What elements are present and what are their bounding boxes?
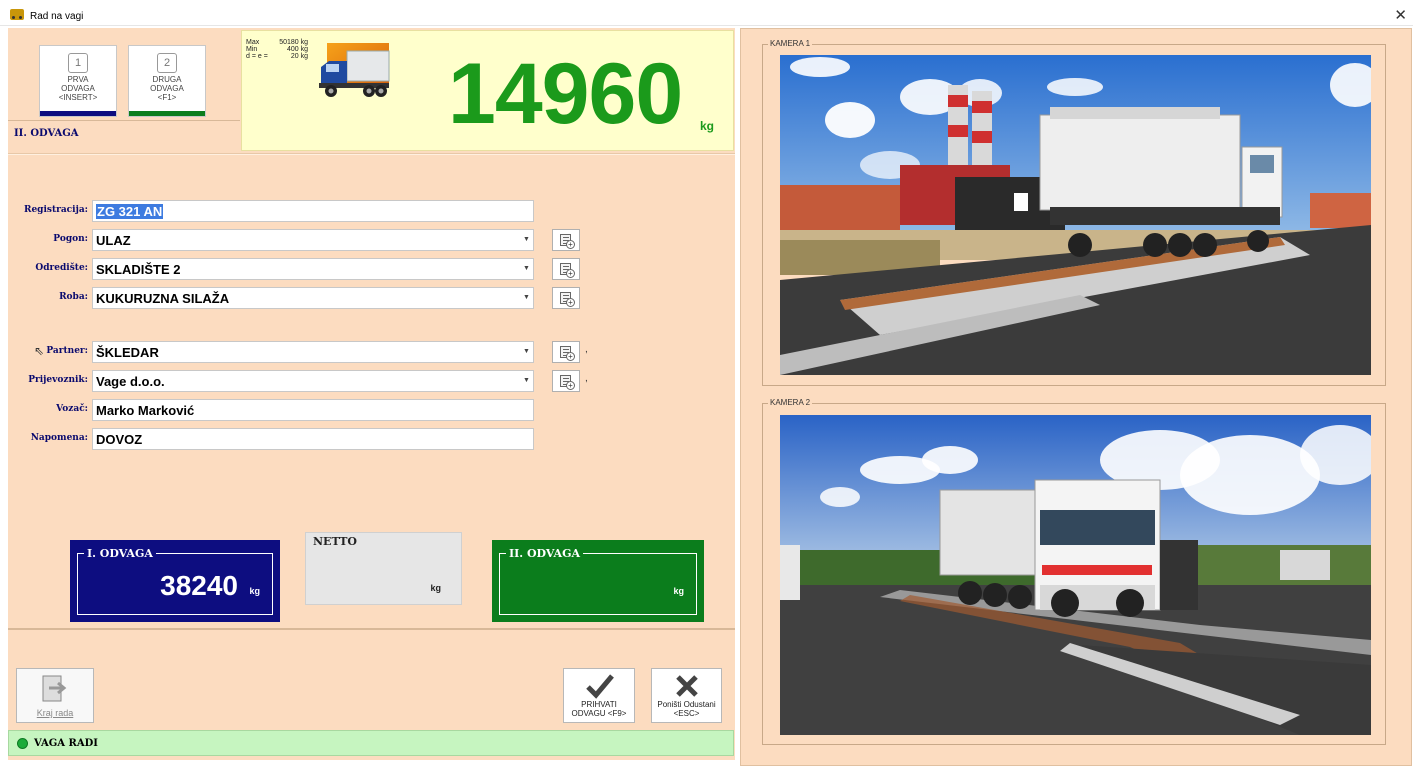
scale-limits: Max 50180 kg Min 400 kg d = e = 20 kg [246, 39, 308, 60]
carrier-list-button[interactable]: + [552, 370, 580, 392]
chevron-down-icon[interactable]: ▼ [522, 263, 531, 275]
driver-label: Vozač: [56, 404, 88, 414]
second-weighing-label: DRUGA ODVAGA <F1> [150, 75, 184, 102]
registration-label: Registracija: [23, 205, 88, 215]
destination-value: SKLADIŠTE 2 [96, 262, 181, 277]
destination-select[interactable]: SKLADIŠTE 2 ▼ [92, 258, 534, 280]
status-bar: VAGA RADI [8, 730, 734, 756]
partner-list-button[interactable]: + [552, 341, 580, 363]
carrier-marker: , [585, 373, 588, 384]
carrier-value: Vage d.o.o. [96, 374, 165, 389]
weight-display: Max 50180 kg Min 400 kg d = e = 20 kg 14960… [241, 30, 734, 151]
truck-app-icon [10, 9, 24, 20]
camera-2-group: KAMERA 2 [762, 398, 1386, 745]
plant-select[interactable]: ULAZ ▼ [92, 229, 534, 251]
window-title: Rad na vagi [30, 11, 84, 22]
plus-icon: + [566, 269, 575, 278]
first-weighing-label: PRVA ODVAGA <INSERT> [58, 75, 98, 102]
goods-list-button[interactable]: + [552, 287, 580, 309]
divider [8, 120, 240, 121]
weight-unit: kg [700, 119, 715, 133]
chevron-down-icon[interactable]: ▼ [522, 234, 531, 246]
current-step-label: II. ODVAGA [14, 128, 79, 139]
accept-weighing-button[interactable]: PRIHVATI ODVAGU <F9> [563, 668, 635, 723]
division-value: 20 kg [290, 53, 308, 60]
note-value: DOVOZ [96, 432, 143, 447]
chevron-down-icon[interactable]: ▼ [522, 292, 531, 304]
plus-icon: + [566, 298, 575, 307]
camera-1-feed [780, 55, 1371, 375]
plus-icon: + [566, 240, 575, 249]
registration-input[interactable]: ZG 321 AN [92, 200, 534, 222]
divider [8, 628, 735, 630]
driver-input[interactable]: Marko Marković [92, 399, 534, 421]
max-value: 50180 kg [279, 39, 308, 46]
plus-icon: + [566, 381, 575, 390]
note-label: Napomena: [30, 433, 88, 443]
exit-button[interactable]: Kraj rada [16, 668, 94, 723]
second-weighing-unit: kg [673, 586, 684, 596]
camera-1-title: KAMERA 1 [768, 39, 813, 48]
chevron-down-icon[interactable]: ▼ [522, 375, 531, 387]
exit-icon [42, 675, 67, 702]
destination-list-button[interactable]: + [552, 258, 580, 280]
cancel-button[interactable]: Poništi Odustani <ESC> [651, 668, 722, 723]
plant-value: ULAZ [96, 233, 131, 248]
step-two-icon: 2 [157, 53, 177, 73]
truck-icon [319, 43, 390, 97]
cancel-icon [676, 675, 698, 697]
step-one-icon: 1 [68, 53, 88, 73]
carrier-select[interactable]: Vage d.o.o. ▼ [92, 370, 534, 392]
application-window: Rad na vagi ✕ 1 PRVA ODVAGA <INSERT> 2 D… [0, 0, 1413, 769]
second-weighing-indicator [129, 111, 205, 116]
second-weighing-box: II. ODVAGA kg [492, 540, 704, 622]
exit-label: Kraj rada [36, 708, 74, 718]
driver-value: Marko Marković [96, 403, 195, 418]
goods-select[interactable]: KUKURUZNA SILAŽA ▼ [92, 287, 534, 309]
title-bar: Rad na vagi ✕ [0, 0, 1413, 26]
partner-select[interactable]: ŠKLEDAR ▼ [92, 341, 534, 363]
camera-1-group: KAMERA 1 [762, 39, 1386, 386]
plant-list-button[interactable]: + [552, 229, 580, 251]
min-label: Min [246, 46, 258, 53]
partner-value: ŠKLEDAR [96, 345, 159, 360]
first-weighing-box: I. ODVAGA 38240 kg [70, 540, 280, 622]
status-indicator-icon [17, 738, 28, 749]
carrier-label: Prijevoznik: [28, 375, 88, 385]
max-label: Max [246, 39, 260, 46]
first-weighing-unit: kg [249, 586, 260, 596]
camera-2-feed [780, 415, 1371, 735]
netto-box: NETTO kg [305, 532, 462, 605]
status-text: VAGA RADI [34, 738, 98, 749]
current-weight: 14960 [448, 46, 683, 142]
close-icon[interactable]: ✕ [1394, 6, 1407, 24]
netto-title: NETTO [310, 535, 360, 548]
goods-value: KUKURUZNA SILAŽA [96, 291, 230, 306]
cancel-label: Poništi Odustani <ESC> [657, 700, 716, 718]
plus-icon: + [566, 352, 575, 361]
first-weighing-title: I. ODVAGA [84, 547, 156, 560]
second-weighing-button[interactable]: 2 DRUGA ODVAGA <F1> [128, 45, 206, 117]
first-weighing-value: 38240 [160, 570, 238, 601]
accept-label: PRIHVATI ODVAGU <F9> [571, 700, 627, 718]
partner-marker: , [585, 344, 588, 355]
min-value: 400 kg [286, 46, 308, 53]
division-label: d = e = [246, 53, 268, 60]
plant-label: Pogon: [53, 234, 88, 244]
chevron-down-icon[interactable]: ▼ [522, 346, 531, 358]
registration-value: ZG 321 AN [96, 204, 164, 219]
note-input[interactable]: DOVOZ [92, 428, 534, 450]
camera-2-title: KAMERA 2 [768, 398, 813, 407]
second-weighing-title: II. ODVAGA [506, 547, 584, 560]
destination-label: Odredište: [35, 263, 88, 273]
first-weighing-button[interactable]: 1 PRVA ODVAGA <INSERT> [39, 45, 117, 117]
goods-label: Roba: [59, 292, 88, 302]
netto-unit: kg [430, 583, 441, 593]
divider [8, 153, 735, 155]
checkmark-icon [586, 674, 614, 699]
first-weighing-indicator [40, 111, 116, 116]
partner-label: Partner: [46, 346, 88, 356]
